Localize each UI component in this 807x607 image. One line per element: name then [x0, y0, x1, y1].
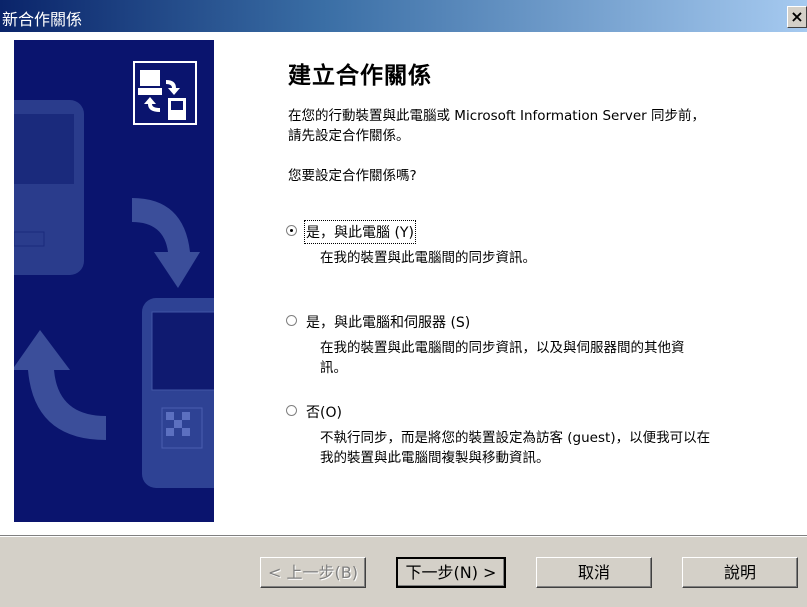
option-guest[interactable]: 否(O) 不執行同步，而是將您的裝置設定為訪客 (guest)，以便我可以在 我… — [286, 402, 756, 472]
wizard-content: 建立合作關係 在您的行動裝置與此電腦或 Microsoft Informatio… — [0, 32, 807, 535]
option-this-pc-description: 在我的裝置與此電腦間的同步資訊。 — [320, 250, 536, 266]
option-pc-and-server[interactable]: 是，與此電腦和伺服器 (S) 在我的裝置與此電腦間的同步資訊，以及與伺服器間的其… — [286, 312, 756, 382]
footer-separator — [0, 535, 807, 537]
back-button[interactable]: < 上一步(B) — [260, 557, 366, 588]
sync-devices-illustration — [14, 61, 214, 488]
radio-guest[interactable] — [286, 405, 297, 416]
cancel-button[interactable]: 取消 — [536, 557, 652, 588]
wizard-banner — [14, 40, 214, 522]
close-icon[interactable]: × — [787, 6, 807, 28]
description-line: 不執行同步，而是將您的裝置設定為訪客 (guest)，以便我可以在 — [320, 430, 711, 446]
radio-pc-and-server[interactable] — [286, 315, 297, 326]
option-guest-description: 不執行同步，而是將您的裝置設定為訪客 (guest)，以便我可以在 我的裝置與此… — [320, 428, 735, 468]
title-bar[interactable]: 新合作關係 × — [0, 0, 807, 32]
description-line: 訊。 — [320, 360, 347, 376]
description-line: 我的裝置與此電腦間複製與移動資訊。 — [320, 450, 550, 466]
radio-selected-dot — [290, 229, 293, 232]
option-pc-and-server-label[interactable]: 是，與此電腦和伺服器 (S) — [306, 312, 470, 332]
help-button[interactable]: 說明 — [682, 557, 798, 588]
radio-this-pc[interactable] — [286, 225, 297, 236]
option-this-pc-label[interactable]: 是，與此電腦 (Y) — [304, 220, 416, 244]
intro-line-1: 在您的行動裝置與此電腦或 Microsoft Information Serve… — [288, 108, 706, 124]
option-this-pc[interactable]: 是，與此電腦 (Y) 在我的裝置與此電腦間的同步資訊。 — [286, 220, 756, 272]
intro-text: 在您的行動裝置與此電腦或 Microsoft Information Serve… — [288, 106, 768, 146]
intro-line-2: 請先設定合作關係。 — [288, 128, 410, 144]
option-guest-label[interactable]: 否(O) — [306, 402, 342, 422]
window-title: 新合作關係 — [2, 10, 83, 29]
next-button[interactable]: 下一步(N) > — [396, 557, 506, 588]
description-line: 在我的裝置與此電腦間的同步資訊，以及與伺服器間的其他資 — [320, 340, 685, 356]
option-pc-and-server-description: 在我的裝置與此電腦間的同步資訊，以及與伺服器間的其他資 訊。 — [320, 338, 735, 378]
question-text: 您要設定合作關係嗎? — [288, 168, 417, 184]
page-heading: 建立合作關係 — [288, 63, 432, 89]
new-partnership-dialog: 新合作關係 × 建立合作關係 在您的行動裝置與此電腦或 Microsoft In… — [0, 0, 807, 607]
